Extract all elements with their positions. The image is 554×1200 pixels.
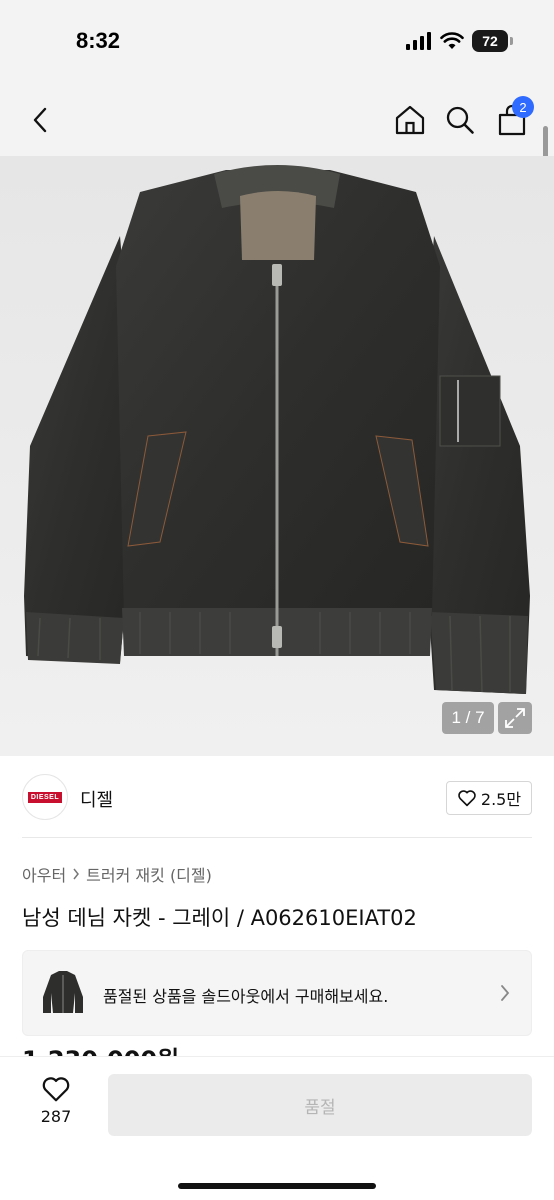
heart-icon [42,1077,70,1102]
divider [22,837,532,838]
home-button[interactable] [390,100,430,140]
home-indicator [178,1183,376,1189]
home-icon [395,105,425,135]
nav-bar: 2 [0,80,554,156]
wifi-icon [440,32,464,49]
product-image-gallery[interactable] [0,156,554,756]
wishlist-count: 287 [40,1107,72,1126]
heart-icon [458,790,476,807]
expand-image-button[interactable] [498,702,532,734]
breadcrumb-category[interactable]: 아우터 [22,862,66,886]
cart-button[interactable]: 2 [492,96,534,140]
soldout-banner[interactable]: 품절된 상품을 솔드아웃에서 구매해보세요. [22,950,532,1036]
breadcrumb-subcategory[interactable]: 트러커 재킷 (디젤) [86,862,212,886]
status-icons: 72 [406,30,513,52]
chevron-right-icon [501,985,510,1001]
wishlist-button[interactable]: 287 [24,1075,88,1135]
gallery-page-counter: 1 / 7 [442,702,494,734]
buy-button-disabled[interactable]: 품절 [108,1074,532,1136]
brand-logo-text: DIESEL [27,791,63,803]
back-icon [33,107,47,133]
cart-badge: 2 [512,96,534,118]
product-price-text: 1,230,000원 [22,1040,179,1056]
product-price: 1,230,000원 [22,1040,179,1056]
breadcrumb: 아우터 트러커 재킷 (디젤) [22,862,212,886]
product-title: 남성 데님 자켓 - 그레이 / A062610EIAT02 [22,906,417,930]
brand-like-count: 2.5만 [480,790,522,809]
bottom-action-bar: 287 품절 [0,1056,554,1200]
chevron-right-icon [73,868,80,880]
status-bar: 8:32 72 [0,0,554,80]
brand-like-button[interactable]: 2.5만 [446,781,532,815]
battery-indicator: 72 [472,30,513,52]
soldout-banner-text: 품절된 상품을 솔드아웃에서 구매해보세요. [103,987,389,1006]
brand-row: DIESEL 디젤 2.5만 [22,774,532,822]
product-image [0,156,554,756]
signal-icon [406,32,431,50]
brand-name[interactable]: 디젤 [80,786,113,812]
search-icon [446,106,474,134]
back-button[interactable] [20,100,60,140]
soldout-thumbnail [37,967,89,1021]
expand-icon [505,708,525,728]
search-button[interactable] [440,100,480,140]
brand-logo[interactable]: DIESEL [22,774,68,820]
status-time: 8:32 [76,28,121,53]
